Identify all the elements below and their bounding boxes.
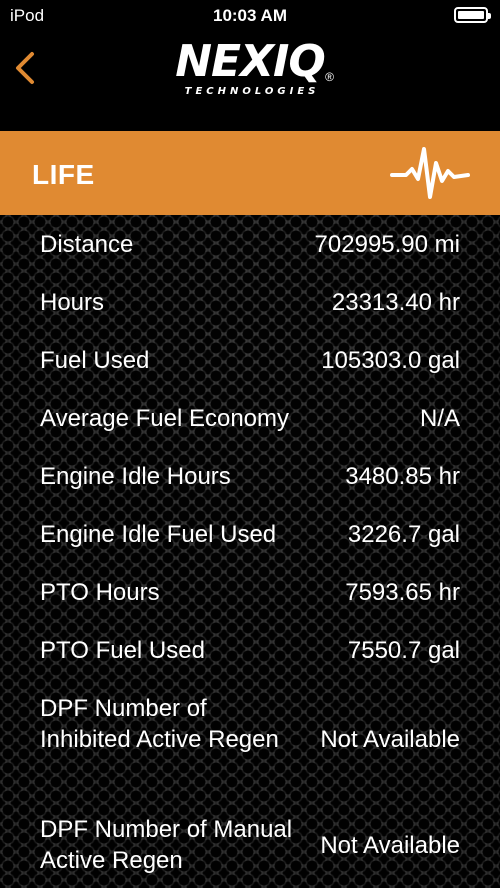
- row-value: 105303.0 gal: [321, 347, 460, 374]
- logo-wordmark: NEXIQ: [175, 36, 326, 87]
- row-value: 7593.65 hr: [345, 579, 460, 606]
- status-bar: iPod 10:03 AM: [0, 0, 500, 34]
- row-value: 3226.7 gal: [347, 521, 460, 548]
- back-button[interactable]: [10, 48, 44, 88]
- row-value: Not Available: [320, 832, 460, 859]
- section-header: LIFE: [0, 131, 500, 215]
- row-value: N/A: [419, 405, 460, 432]
- row-label: Distance: [40, 231, 134, 258]
- row-label: Average Fuel Economy: [40, 405, 290, 432]
- row-label: DPF Number of Inhibited Active Regen: [40, 695, 279, 753]
- row-label: PTO Hours: [40, 579, 160, 606]
- row-label: PTO Fuel Used: [40, 637, 205, 664]
- row-value: 702995.90 mi: [314, 231, 460, 258]
- row-value: 7550.7 gal: [347, 637, 460, 664]
- row-label: Fuel Used: [40, 347, 150, 374]
- battery-full-icon: [454, 7, 491, 23]
- status-time: 10:03 AM: [212, 6, 287, 25]
- nav-bar: NEXIQ ® TECHNOLOGIES: [0, 34, 500, 131]
- section-title: LIFE: [32, 159, 95, 190]
- row-value: Not Available: [320, 726, 460, 753]
- row-value: 23313.40 hr: [331, 289, 460, 316]
- nexiq-logo: NEXIQ ® TECHNOLOGIES: [160, 36, 340, 106]
- row-label: DPF Number of Manual Active Regen: [40, 816, 293, 874]
- logo-registered-mark: ®: [325, 70, 334, 84]
- row-label: Engine Idle Hours: [40, 463, 231, 490]
- pulse-waveform-icon: [390, 147, 470, 199]
- row-label: Engine Idle Fuel Used: [40, 521, 277, 548]
- row-value: 3480.85 hr: [345, 463, 460, 490]
- life-data-list: Distance 702995.90 mi Hours 23313.40 hr …: [0, 215, 500, 888]
- chevron-left-icon: [16, 52, 34, 84]
- row-label: Hours: [40, 289, 105, 316]
- logo-subtext: TECHNOLOGIES: [184, 86, 320, 97]
